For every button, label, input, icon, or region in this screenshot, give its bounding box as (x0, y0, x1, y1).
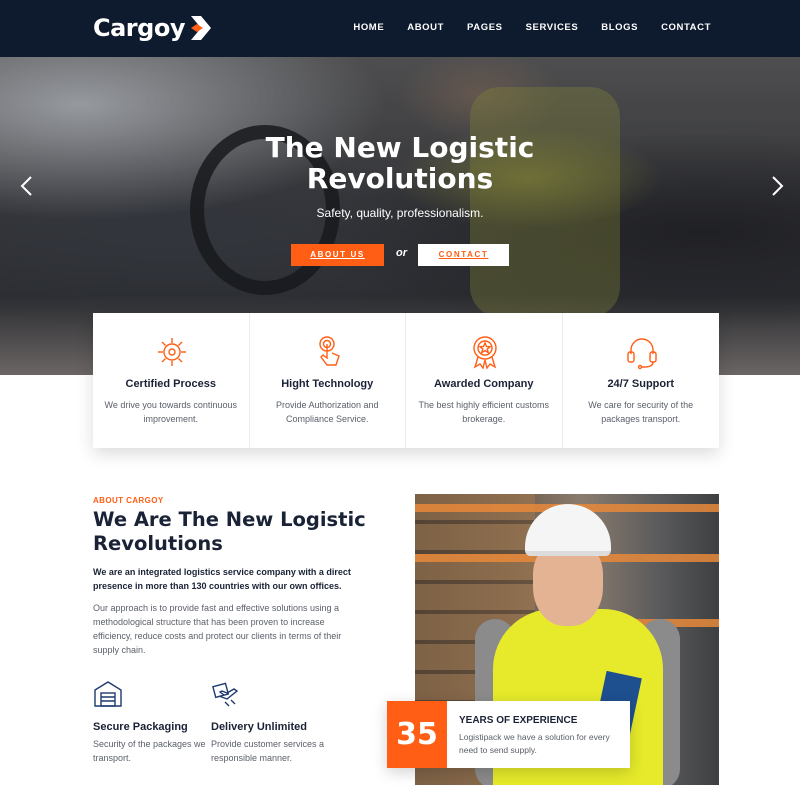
about-feature-delivery-unlimited: Delivery Unlimited Provide customer serv… (211, 680, 341, 765)
about-feature-secure-packaging: Secure Packaging Security of the package… (93, 680, 223, 765)
nav-services[interactable]: SERVICES (526, 22, 579, 33)
experience-number: 35 (387, 701, 447, 768)
feature-text: Provide Authorization and Compliance Ser… (275, 400, 379, 424)
about-lead: We are an integrated logistics service c… (93, 567, 351, 591)
slider-next-icon[interactable] (767, 175, 787, 197)
feature-card[interactable]: 24/7 Support We care for security of the… (563, 313, 720, 448)
warehouse-icon (94, 681, 122, 707)
nav-contact[interactable]: CONTACT (661, 22, 711, 33)
about-body: Our approach is to provide fast and effe… (93, 603, 342, 655)
contact-button[interactable]: CONTACT (418, 244, 509, 266)
gear-chip-icon (158, 338, 186, 366)
about-us-button[interactable]: ABOUT US (291, 244, 384, 266)
headset-icon (626, 338, 657, 370)
slider-prev-icon[interactable] (17, 175, 37, 197)
experience-title: YEARS OF EXPERIENCE (459, 715, 578, 726)
feature-title: Certified Process (125, 378, 216, 390)
experience-text: Logistipack we have a solution for every… (459, 732, 610, 755)
about-title: We Are The New Logistic Revolutions (93, 508, 366, 555)
about-feature-text: Security of the packages we transport. (93, 739, 206, 763)
main-nav: HOME ABOUT PAGES SERVICES BLOGS CONTACT (330, 22, 711, 33)
feature-text: We drive you towards continuous improvem… (104, 400, 237, 424)
award-medal-icon (473, 336, 497, 370)
logo-text: Cargoy (93, 14, 185, 42)
nav-home[interactable]: HOME (353, 22, 384, 33)
feature-card[interactable]: Awarded Company The best highly efficien… (406, 313, 563, 448)
feature-card[interactable]: Certified Process We drive you towards c… (93, 313, 250, 448)
feature-title: Hight Technology (281, 378, 374, 390)
nav-pages[interactable]: PAGES (467, 22, 503, 33)
hero-subtitle: Safety, quality, professionalism. (316, 206, 484, 220)
feature-title: 24/7 Support (607, 378, 675, 390)
experience-card: 35 YEARS OF EXPERIENCE Logistipack we ha… (387, 701, 630, 768)
logo[interactable]: Cargoy (93, 14, 213, 42)
feature-text: The best highly efficient customs broker… (418, 400, 549, 424)
about-feature-text: Provide customer services a responsible … (211, 739, 325, 763)
logo-mark-icon (190, 16, 211, 40)
delivery-plane-box-icon (212, 682, 239, 707)
nav-blogs[interactable]: BLOGS (601, 22, 638, 33)
feature-title: Awarded Company (434, 378, 534, 390)
about-feature-title: Delivery Unlimited (211, 721, 307, 733)
about-eyebrow: ABOUT CARGOY (93, 496, 164, 505)
hero-title: The New Logistic Revolutions (265, 131, 535, 195)
features-strip: Certified Process We drive you towards c… (93, 313, 719, 448)
about-feature-title: Secure Packaging (93, 721, 188, 733)
nav-about[interactable]: ABOUT (407, 22, 444, 33)
site-header: Cargoy HOME ABOUT PAGES SERVICES BLOGS C… (0, 0, 800, 57)
feature-card[interactable]: Hight Technology Provide Authorization a… (250, 313, 406, 448)
feature-text: We care for security of the packages tra… (588, 400, 694, 424)
touch-hand-icon (318, 336, 340, 366)
hero-or-text: or (396, 247, 407, 259)
